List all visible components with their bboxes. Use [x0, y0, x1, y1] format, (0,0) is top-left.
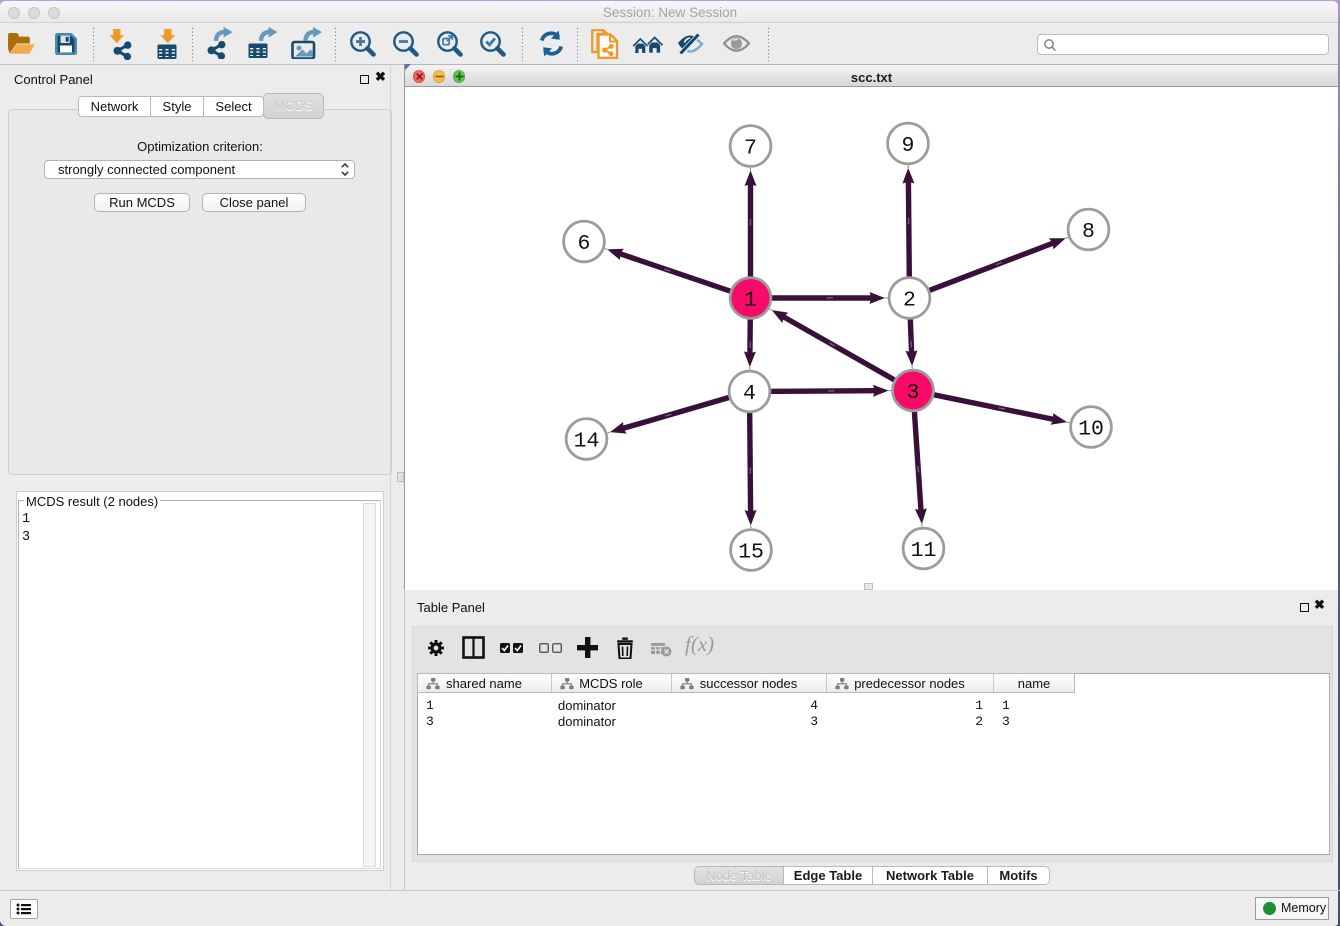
svg-text:6: 6 [578, 232, 591, 256]
svg-text:10: 10 [1078, 418, 1104, 442]
svg-text:11: 11 [911, 539, 937, 563]
svg-text:8: 8 [1082, 220, 1095, 244]
svg-text:4: 4 [743, 382, 756, 406]
svg-text:3: 3 [907, 381, 920, 405]
svg-text:2: 2 [903, 289, 916, 313]
svg-text:14: 14 [574, 430, 600, 454]
svg-text:1: 1 [744, 289, 757, 313]
svg-text:15: 15 [738, 541, 764, 565]
svg-text:7: 7 [744, 137, 757, 161]
svg-text:9: 9 [902, 134, 915, 158]
